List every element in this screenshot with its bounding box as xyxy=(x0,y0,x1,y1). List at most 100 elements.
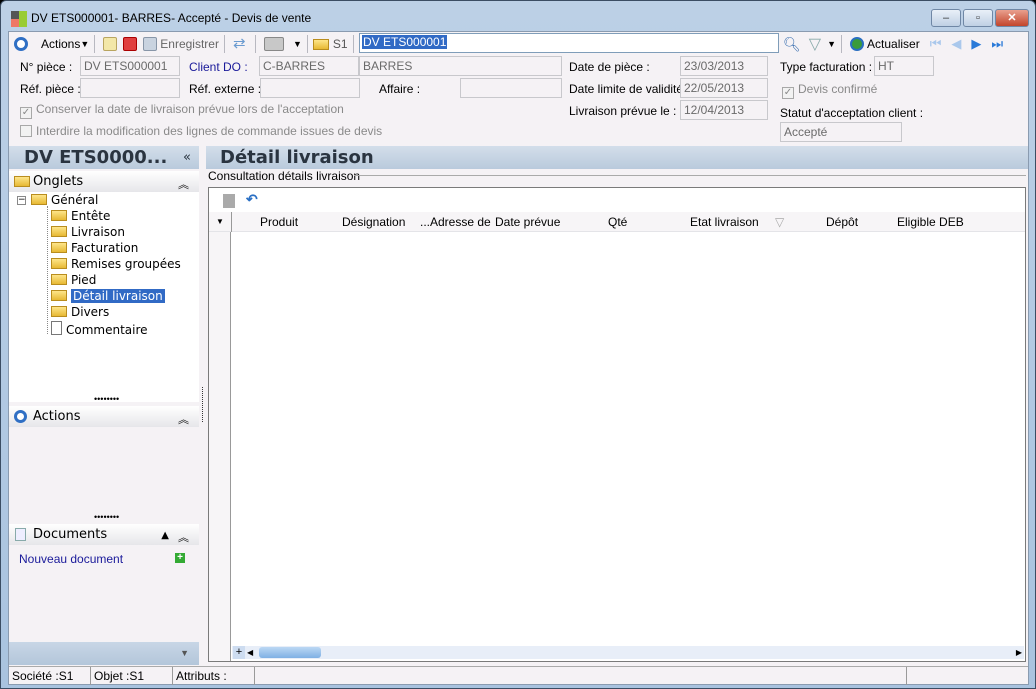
tree-item-facturation[interactable]: Facturation xyxy=(51,241,138,255)
search-input[interactable]: DV ETS000001 xyxy=(359,33,779,53)
tree-expander[interactable]: − xyxy=(17,196,26,205)
column-designation[interactable]: Désignation xyxy=(342,215,405,229)
edit-icon[interactable] xyxy=(223,194,235,208)
livraison-field[interactable]: 12/04/2013 xyxy=(680,100,768,120)
column-qte[interactable]: Qté xyxy=(608,215,627,229)
tree-item-detail-livraison[interactable]: Détail livraison xyxy=(51,289,165,303)
client-link[interactable]: Client DO : xyxy=(189,60,248,74)
collapse-icon[interactable]: ︽ xyxy=(178,409,189,430)
livraison-label: Livraison prévue le : xyxy=(569,104,677,118)
ref-piece-field[interactable] xyxy=(80,78,180,98)
statut-label: Statut d'acceptation client : xyxy=(780,106,924,120)
actions-header[interactable]: Actions ︽ xyxy=(9,406,199,427)
refresh-icon[interactable] xyxy=(850,37,865,51)
column-date-prevue[interactable]: Date prévue xyxy=(495,215,560,229)
horizontal-scrollbar[interactable]: + ◀ ▶ xyxy=(232,646,1024,659)
next-record-icon[interactable]: ▶ xyxy=(971,36,981,52)
refresh-button[interactable]: Actualiser xyxy=(867,37,920,51)
type-fact-label: Type facturation : xyxy=(780,60,873,74)
sidebar-title: DV ETS0000... « xyxy=(9,146,199,169)
previous-record-icon[interactable]: ◀ xyxy=(951,36,961,52)
filter-dropdown-icon[interactable]: ▼ xyxy=(827,39,836,49)
filter-icon[interactable]: ▽ xyxy=(775,215,784,229)
status-objet: Objet :S1 xyxy=(91,667,173,685)
folder-icon[interactable] xyxy=(312,38,329,50)
new-icon[interactable] xyxy=(103,37,118,51)
scroll-left-icon[interactable]: ◀ xyxy=(247,646,253,659)
affaire-field[interactable] xyxy=(460,78,562,98)
add-icon[interactable]: + xyxy=(175,553,185,563)
first-record-icon[interactable]: ⏮ xyxy=(930,36,942,52)
maximize-button[interactable]: ▫ xyxy=(963,9,993,27)
save-icon[interactable] xyxy=(143,37,158,51)
type-fact-field[interactable]: HT xyxy=(874,56,934,76)
undo-icon[interactable]: ↶ xyxy=(246,191,258,208)
column-produit[interactable]: Produit xyxy=(260,215,298,229)
num-piece-field[interactable]: DV ETS000001 xyxy=(80,56,180,76)
s1-button[interactable]: S1 xyxy=(333,37,348,51)
add-row-icon[interactable]: + xyxy=(233,646,245,659)
date-limite-label: Date limite de validité : xyxy=(569,82,690,96)
column-depot[interactable]: Dépôt xyxy=(826,215,858,229)
scroll-thumb[interactable] xyxy=(259,647,321,658)
print-dropdown-icon[interactable]: ▼ xyxy=(293,39,302,49)
delete-icon[interactable] xyxy=(123,37,138,51)
splitter-handle[interactable]: •••••••• xyxy=(94,512,119,522)
client-name-field[interactable]: BARRES xyxy=(359,56,562,76)
up-arrow-icon[interactable]: ▲ xyxy=(161,525,169,546)
date-piece-field[interactable]: 23/03/2013 xyxy=(680,56,768,76)
actions-menu[interactable]: Actions xyxy=(41,37,80,51)
column-eligible-deb[interactable]: Eligible DEB xyxy=(897,215,964,229)
client-area: Actions ▼ Enregistrer ⇄ ▼ S1 DV ETS000001… xyxy=(8,31,1029,685)
print-icon[interactable] xyxy=(263,37,284,51)
documents-header[interactable]: Documents ▲ ︽ xyxy=(9,524,199,545)
minimize-button[interactable]: – xyxy=(931,9,961,27)
tree-item-divers[interactable]: Divers xyxy=(51,305,109,319)
interdire-checkbox[interactable]: Interdire la modification des lignes de … xyxy=(20,124,382,138)
status-attributs: Attributs : xyxy=(173,667,255,685)
status-bar: Société :S1 Objet :S1 Attributs : xyxy=(9,666,1028,685)
statut-field[interactable]: Accepté xyxy=(780,122,902,142)
page-title: Détail livraison xyxy=(206,146,1028,169)
date-piece-label: Date de pièce : xyxy=(569,60,650,74)
tree-item-livraison[interactable]: Livraison xyxy=(51,225,125,239)
tree-item-entete[interactable]: Entête xyxy=(51,209,110,223)
save-button[interactable]: Enregistrer xyxy=(160,37,219,51)
num-piece-label: N° pièce : xyxy=(20,60,73,74)
search-icon[interactable]: 🔍︎ xyxy=(783,36,801,53)
close-button[interactable]: ✕ xyxy=(995,9,1029,27)
column-etat-livraison[interactable]: Etat livraison xyxy=(690,215,759,229)
filter-icon[interactable]: ▽ xyxy=(809,34,821,54)
tree-item-general[interactable]: Général xyxy=(31,193,98,207)
ref-piece-label: Réf. pièce : xyxy=(20,82,81,96)
affaire-label: Affaire : xyxy=(379,82,421,96)
column-chooser-icon[interactable]: ▼ xyxy=(216,217,224,226)
status-societe: Société :S1 xyxy=(9,667,91,685)
target-icon[interactable] xyxy=(14,37,28,51)
chevron-down-icon[interactable]: ▼ xyxy=(180,648,189,658)
ref-externe-field[interactable] xyxy=(260,78,360,98)
onglets-header[interactable]: Onglets ︽ xyxy=(9,171,199,192)
devis-confirme-checkbox[interactable]: ✓ Devis confirmé xyxy=(782,82,877,99)
sync-icon[interactable]: ⇄ xyxy=(233,36,247,51)
app-icon xyxy=(11,11,27,27)
splitter-handle[interactable]: •••••••• xyxy=(94,394,119,404)
tree-item-commentaire[interactable]: Commentaire xyxy=(51,321,148,337)
toolbar: Actions ▼ Enregistrer ⇄ ▼ S1 xyxy=(11,34,359,54)
conserver-checkbox[interactable]: ✓ Conserver la date de livraison prévue l… xyxy=(20,102,344,119)
window: DV ETS000001- BARRES- Accepté - Devis de… xyxy=(0,0,1036,689)
client-code-field[interactable]: C-BARRES xyxy=(259,56,359,76)
tree-item-pied[interactable]: Pied xyxy=(51,273,96,287)
scroll-right-icon[interactable]: ▶ xyxy=(1016,646,1022,659)
last-record-icon[interactable]: ⏭ xyxy=(991,36,1003,52)
window-title: DV ETS000001- BARRES- Accepté - Devis de… xyxy=(31,11,312,25)
collapse-sidebar-icon[interactable]: « xyxy=(183,146,191,169)
new-document-link[interactable]: Nouveau document xyxy=(19,552,123,566)
folder-icon xyxy=(14,176,30,187)
tree-item-remises[interactable]: Remises groupées xyxy=(51,257,181,271)
date-limite-field[interactable]: 22/05/2013 xyxy=(680,78,768,98)
vertical-splitter[interactable] xyxy=(202,387,203,422)
column-adresse[interactable]: ...Adresse de xyxy=(420,215,491,229)
collapse-icon[interactable]: ︽ xyxy=(178,527,189,548)
tabs-tree: − Général Entête Livraison Facturation R… xyxy=(9,192,199,402)
